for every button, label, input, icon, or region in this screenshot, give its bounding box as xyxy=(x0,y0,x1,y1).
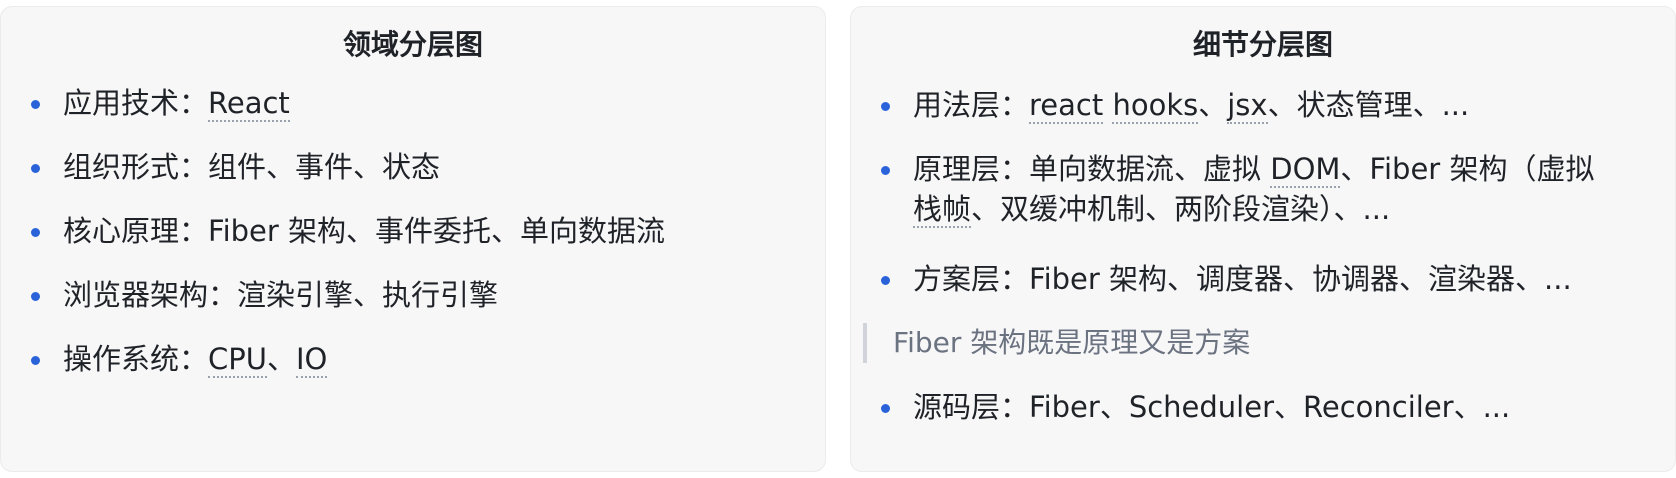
list-item: 方案层：Fiber 架构、调度器、协调器、渲染器、... xyxy=(881,259,1655,299)
list-item: 操作系统：CPU、IO xyxy=(31,339,805,379)
item-label: 核心原理： xyxy=(63,214,209,248)
item-label: 组织形式： xyxy=(63,150,209,184)
item-text: Fiber 架构、调度器、协调器、渲染器、... xyxy=(1029,262,1572,296)
item-label: 浏览器架构： xyxy=(63,278,238,312)
item-text: 、Fiber 架构（虚拟 xyxy=(1340,152,1595,186)
item-text: 、双缓冲机制、两阶段渲染）、... xyxy=(971,192,1391,226)
bullet-icon xyxy=(31,356,40,365)
bullet-icon xyxy=(881,166,890,175)
bullet-icon xyxy=(31,292,40,301)
item-term: jsx xyxy=(1227,88,1268,124)
detail-layer-card: 细节分层图 用法层：react hooks、jsx、状态管理、... 原理层：单… xyxy=(850,6,1676,472)
item-text: 组件、事件、状态 xyxy=(208,150,441,184)
bullet-icon xyxy=(31,164,40,173)
item-text: 单向数据流、虚拟 xyxy=(1029,152,1271,186)
item-term: React xyxy=(208,86,290,122)
bullet-icon xyxy=(881,404,890,413)
bullet-icon xyxy=(31,228,40,237)
list-item: 源码层：Fiber、Scheduler、Reconciler、... xyxy=(881,387,1655,427)
list-item: 核心原理：Fiber 架构、事件委托、单向数据流 xyxy=(31,211,805,251)
list-item: 用法层：react hooks、jsx、状态管理、... xyxy=(881,85,1655,125)
bullet-icon xyxy=(881,276,890,285)
list-item: 浏览器架构：渲染引擎、执行引擎 xyxy=(31,275,805,315)
item-term: hooks xyxy=(1112,88,1199,124)
item-label: 原理层： xyxy=(913,152,1030,186)
item-label: 方案层： xyxy=(913,262,1030,296)
item-term: CPU xyxy=(208,342,267,378)
item-text: 、状态管理、... xyxy=(1267,88,1470,122)
item-term: DOM xyxy=(1270,152,1341,188)
card-title: 领域分层图 xyxy=(342,28,483,61)
list-item: 原理层：单向数据流、虚拟 DOM、Fiber 架构（虚拟栈帧、双缓冲机制、两阶段… xyxy=(881,149,1655,229)
item-term: react xyxy=(1029,88,1104,124)
item-text: 渲染引擎、执行引擎 xyxy=(237,278,499,312)
item-text: Fiber 架构、事件委托、单向数据流 xyxy=(208,214,666,248)
item-label: 应用技术： xyxy=(63,86,209,120)
item-label: 操作系统： xyxy=(63,342,209,376)
item-label: 源码层： xyxy=(913,390,1030,424)
item-term: 栈帧 xyxy=(913,192,972,228)
card-title: 细节分层图 xyxy=(1192,28,1333,61)
bullet-icon xyxy=(31,100,40,109)
bullet-icon xyxy=(881,102,890,111)
list-item: 应用技术：React xyxy=(31,83,805,123)
item-text: Fiber、Scheduler、Reconciler、... xyxy=(1029,390,1511,424)
item-label: 用法层： xyxy=(913,88,1030,122)
list-item: 组织形式：组件、事件、状态 xyxy=(31,147,805,187)
domain-layer-card: 领域分层图 应用技术：React 组织形式：组件、事件、状态 核心原理：Fibe… xyxy=(0,6,826,472)
note-blockquote: Fiber 架构既是原理又是方案 xyxy=(863,323,1655,363)
item-separator: 、 xyxy=(1198,88,1228,122)
item-separator: 、 xyxy=(266,342,296,376)
item-term: IO xyxy=(296,342,328,378)
